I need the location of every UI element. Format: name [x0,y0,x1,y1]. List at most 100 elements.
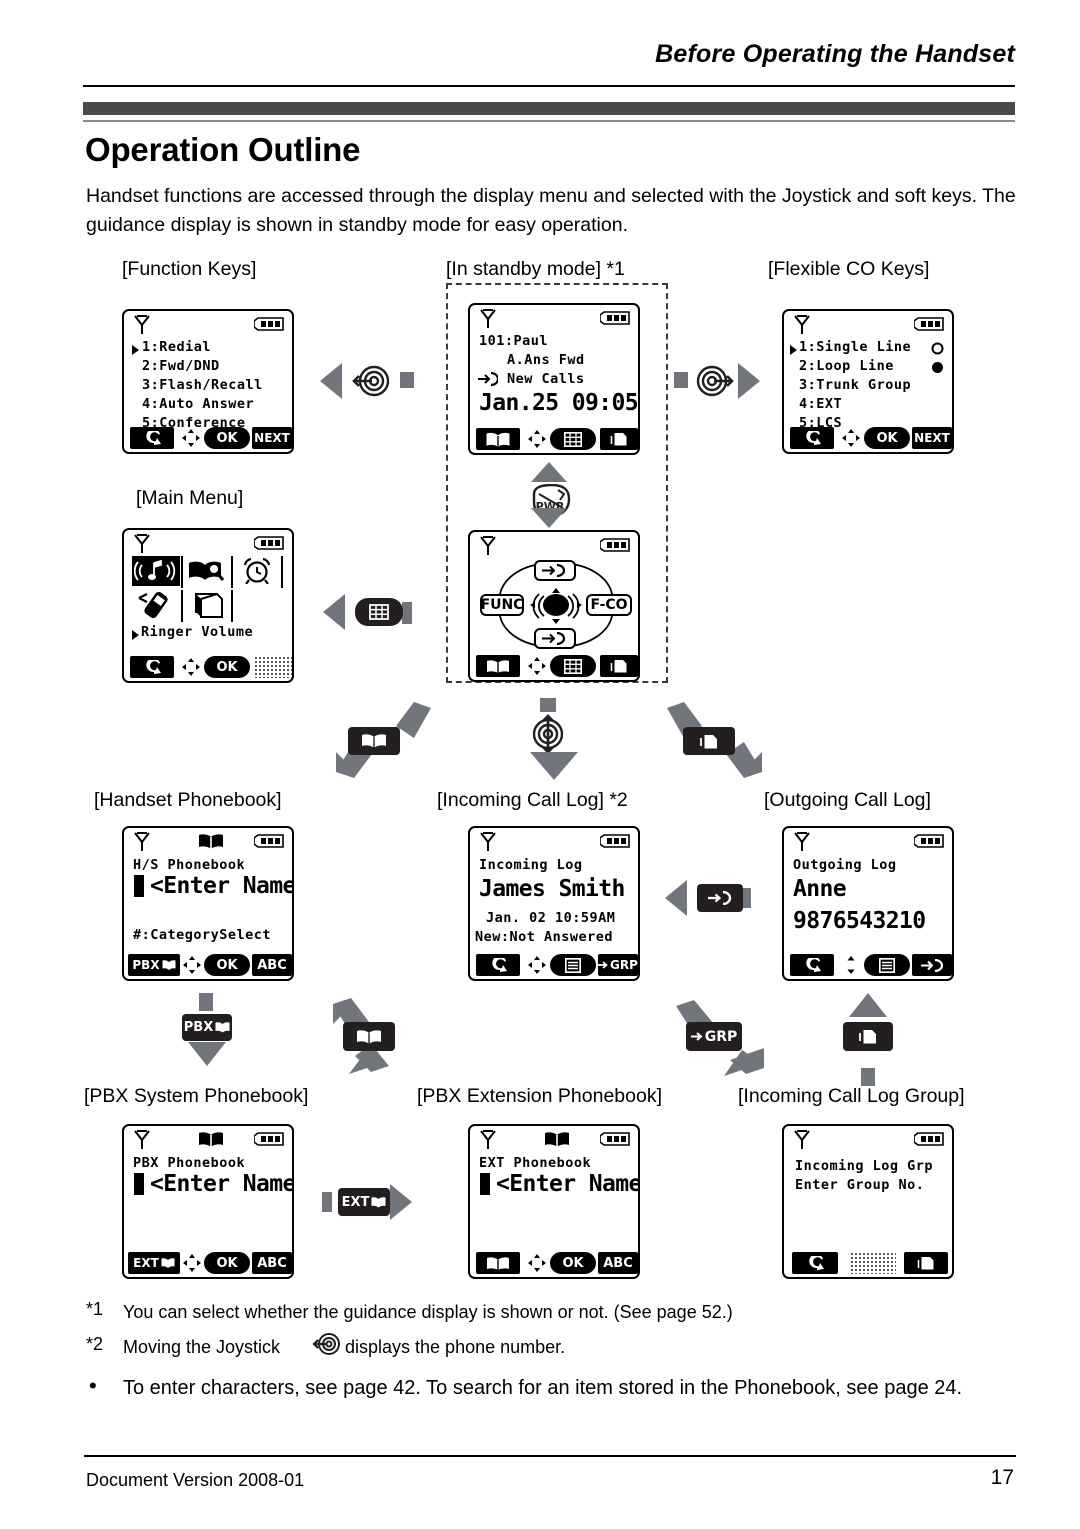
softkey-outgoing-log[interactable] [600,428,638,450]
softkey-abc[interactable]: ABC [252,954,292,976]
connector-stub [322,1192,332,1212]
list-item[interactable]: 3:Trunk Group [799,377,911,393]
softkey-outgoing-log[interactable] [904,1252,948,1274]
list-item[interactable]: 3:Flash/Recall [142,377,263,393]
softkey-joystick-updown[interactable] [840,954,862,976]
menu-grid-icon [369,604,389,620]
running-title: Before Operating the Handset [655,40,1015,68]
phonebook-icon [161,1258,175,1268]
softkey-back[interactable] [790,954,834,976]
phonebook-icon [486,432,510,447]
softkey-call[interactable] [912,954,952,976]
selection-arrow [790,345,797,355]
list-item[interactable]: 4:Auto Answer [142,396,254,412]
text-cursor [480,1173,490,1195]
phonebook-indicator-icon [545,1132,569,1147]
list-item[interactable]: 4:EXT [799,396,842,412]
back-icon [146,659,161,674]
softkey-ok[interactable]: OK [864,427,910,449]
softkey-back[interactable] [790,427,834,449]
softkey-ext-phonebook[interactable]: EXT [128,1252,180,1274]
menu-icon-ringer-volume[interactable] [132,556,180,586]
text-cursor [134,1173,144,1195]
list-lines-icon [565,957,581,973]
antenna-icon [480,1130,496,1149]
caption-pbx-system-phonebook: [PBX System Phonebook] [84,1085,309,1107]
softkey-joystick[interactable] [526,428,548,450]
softkey-joystick[interactable] [182,954,202,976]
softkey-back[interactable] [792,1252,838,1274]
softkey-next[interactable]: NEXT [912,427,952,449]
screen-function-keys: 1:Redial 2:Fwd/DND 3:Flash/Recall 4:Auto… [122,309,294,454]
connector-phonebook-key [343,1022,395,1051]
menu-icon-display-settings[interactable] [184,590,230,620]
list-item[interactable]: 2:Fwd/DND [142,358,220,374]
battery-icon [914,317,944,331]
softkey-pbx-phonebook[interactable]: PBX [128,954,180,976]
log-caller-name: Anne [793,876,847,902]
battery-icon [254,536,284,550]
softkey-detail[interactable] [864,954,910,976]
softkey-detail[interactable] [550,954,596,976]
softkey-joystick[interactable] [526,655,548,677]
softkey-ok[interactable]: OK [204,427,250,449]
bullet-mark: • [89,1373,97,1398]
phonebook-entry-placeholder[interactable]: <Enter Name> [496,1171,638,1197]
list-item[interactable]: 1:Redial [142,339,211,355]
connector-outgoing-log-key [843,1022,893,1051]
softkey-abc[interactable]: ABC [252,1252,292,1274]
main-menu-label: Ringer Volume [141,624,254,640]
softkey-menu[interactable] [550,655,596,677]
softkey-menu[interactable] [550,428,596,450]
joystick-down-call-key [534,628,576,649]
screen-incoming-call-log: Incoming Log James Smith Jan. 02 10:59AM… [468,826,640,981]
battery-icon [600,311,630,325]
softkey-phonebook[interactable] [476,1252,520,1274]
standby-new-calls[interactable]: New Calls [507,371,585,387]
softkey-joystick[interactable] [526,1252,548,1274]
softkey-phonebook[interactable] [476,655,520,677]
header-rule-top [83,85,1015,87]
call-arrow-icon [542,632,566,645]
softkey-joystick[interactable] [182,1252,202,1274]
softkey-group[interactable]: GRP [598,954,638,976]
antenna-icon [794,315,810,334]
menu-divider [281,556,283,588]
softkey-joystick[interactable] [840,427,862,449]
softkey-back[interactable] [130,656,174,678]
softkey-back[interactable] [130,427,174,449]
softkey-abc[interactable]: ABC [598,1252,638,1274]
softkey-filler [850,1252,896,1274]
list-item[interactable]: 1:Single Line [799,339,911,355]
menu-icon-handset-settings[interactable] [132,590,180,620]
softkey-joystick[interactable] [526,954,548,976]
softkey-ok[interactable]: OK [204,1252,250,1274]
menu-divider [231,590,233,622]
softkey-joystick[interactable] [180,427,202,449]
phonebook-indicator-icon [199,834,223,849]
softkey-back[interactable] [476,954,520,976]
caption-handset-phonebook: [Handset Phonebook] [94,789,282,811]
softkey-ok[interactable]: OK [204,656,250,678]
menu-icon-phonebook-search[interactable] [184,556,230,586]
softkey-outgoing-log[interactable] [600,655,638,677]
softkey-joystick[interactable] [180,656,202,678]
softkey-grp-label: GRP [610,958,638,972]
screen-outgoing-call-log: Outgoing Log Anne 9876543210 [782,826,954,981]
softkey-ok[interactable]: OK [204,954,250,976]
phonebook-entry-placeholder[interactable]: <Enter Name> [150,1171,292,1197]
softkey-next[interactable]: NEXT [252,427,292,449]
phonebook-entry-placeholder[interactable]: <Enter Name> [150,873,292,899]
softkey-bar: EXT OK ABC [124,1250,292,1274]
footnote-2-text-b: displays the phone number. [345,1337,566,1357]
call-arrow-icon [708,891,732,905]
softkey-ok[interactable]: OK [550,1252,596,1274]
call-arrow-icon [478,372,498,386]
battery-icon [600,1132,630,1146]
joystick-updown-icon [532,714,564,754]
list-item[interactable]: 2:Loop Line [799,358,894,374]
joystick-4way-icon [183,956,201,974]
softkey-phonebook[interactable] [476,428,520,450]
joystick-updown-icon [847,956,855,974]
menu-icon-alarm-clock[interactable] [234,556,280,586]
